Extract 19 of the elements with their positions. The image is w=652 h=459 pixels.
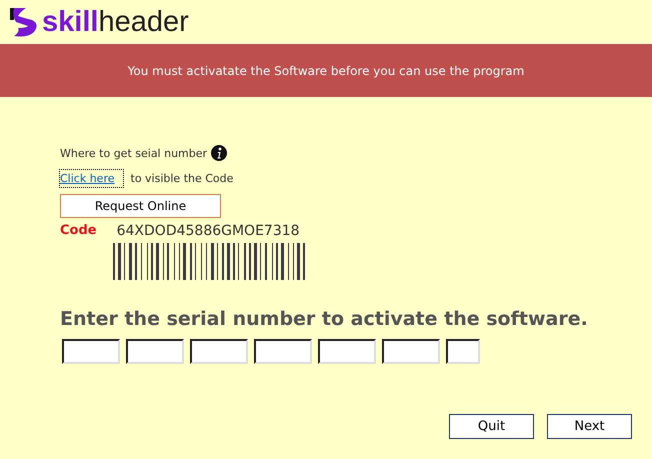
serial-input-field[interactable] (126, 339, 184, 364)
serial-input-field[interactable] (254, 339, 312, 364)
click-here-link[interactable]: Click here (60, 170, 122, 187)
banner-message: You must activatate the Software before you can use the program (128, 64, 524, 78)
serial-help-label: Where to get seial number (60, 146, 208, 160)
serial-input-field[interactable] (446, 339, 480, 364)
activation-heading: Enter the serial number to activate the software. (60, 308, 588, 330)
serial-input-field[interactable] (62, 339, 120, 364)
next-button[interactable]: Next (547, 414, 632, 439)
quit-button[interactable]: Quit (449, 414, 534, 439)
code-label: Code (60, 223, 97, 239)
request-online-button[interactable]: Request Online (60, 194, 221, 218)
brand-logo: skillheader (42, 8, 189, 36)
link-suffix: to visible the Code (130, 172, 234, 185)
serial-input-field[interactable] (382, 339, 440, 364)
info-icon (211, 145, 228, 161)
serial-input-field[interactable] (318, 339, 376, 364)
serial-input-field[interactable] (190, 339, 248, 364)
code-value: 64XDOD45886GMOE7318 (116, 223, 300, 239)
